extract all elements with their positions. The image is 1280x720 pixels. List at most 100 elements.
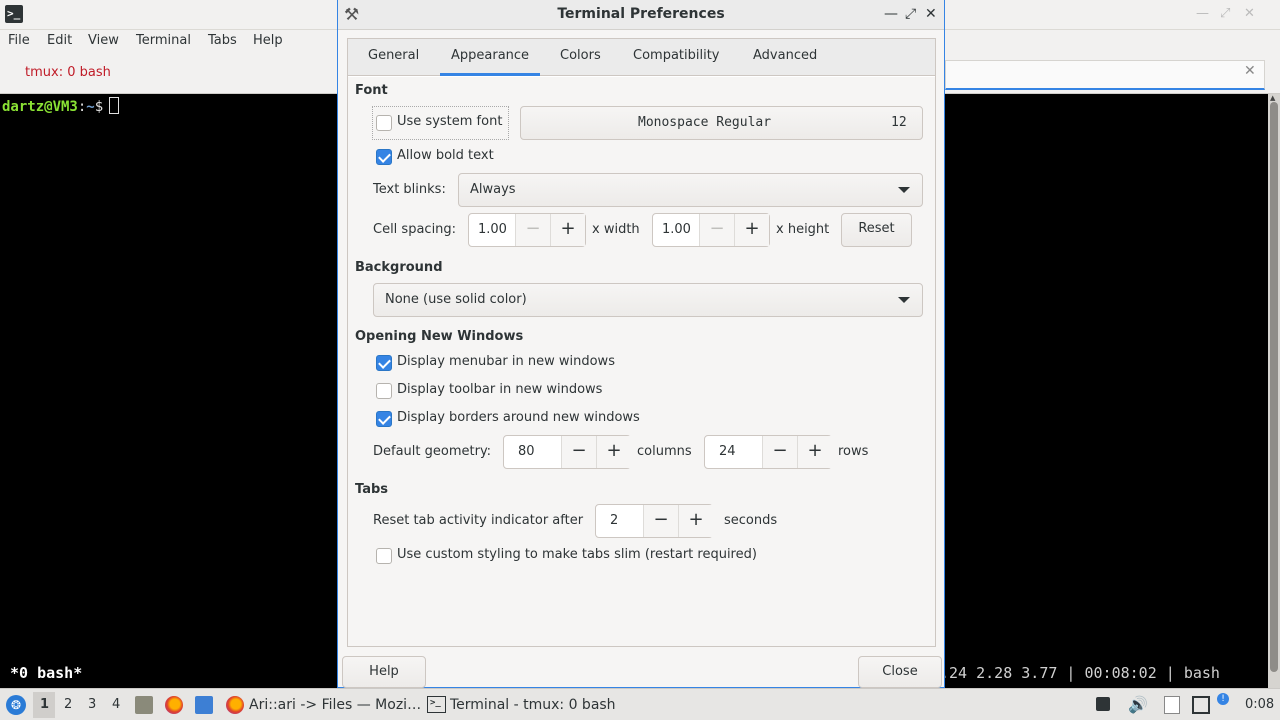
rows-label: rows xyxy=(838,444,869,459)
firefox-icon[interactable] xyxy=(165,696,183,714)
tab-general[interactable]: General xyxy=(368,48,419,63)
tab-activity-spinner[interactable]: 2 − + xyxy=(595,504,713,538)
columns-value[interactable]: 80 xyxy=(518,444,535,459)
columns-label: columns xyxy=(637,444,692,459)
columns-spinner[interactable]: 80 − + xyxy=(503,435,631,469)
cell-width-decrement[interactable]: − xyxy=(515,214,550,246)
rows-increment[interactable]: + xyxy=(797,436,832,468)
task-firefox[interactable]: Ari::ari -> Files — Mozi… xyxy=(249,697,421,713)
scroll-up-icon[interactable]: ▲ xyxy=(1270,94,1275,102)
tab-activity-increment[interactable]: + xyxy=(678,505,713,537)
start-menu-icon[interactable]: ❂ xyxy=(6,695,26,715)
tab-appearance[interactable]: Appearance xyxy=(451,48,529,63)
clock: 0:08 xyxy=(1245,697,1275,712)
text-blinks-value: Always xyxy=(470,182,516,197)
allow-bold-label[interactable]: Allow bold text xyxy=(397,148,494,163)
font-chooser-button[interactable]: Monospace Regular 12 xyxy=(520,106,923,140)
reset-spacing-button[interactable]: Reset xyxy=(841,213,912,247)
cell-spacing-label: Cell spacing: xyxy=(373,222,457,237)
tab-advanced[interactable]: Advanced xyxy=(753,48,817,63)
tmux-window-list: *0 bash* xyxy=(10,664,83,682)
x-width-label: x width xyxy=(592,222,640,237)
minimize-icon[interactable]: — xyxy=(1196,6,1209,21)
cell-width-spinner[interactable]: 1.00 − + xyxy=(468,213,586,247)
tab-bar: General Appearance Colors Compatibility … xyxy=(348,39,935,76)
slim-tabs-label[interactable]: Use custom styling to make tabs slim (re… xyxy=(397,547,757,562)
preferences-notebook: General Appearance Colors Compatibility … xyxy=(347,38,936,647)
close-button[interactable]: Close xyxy=(858,656,942,688)
terminal-tab-title[interactable]: tmux: 0 bash xyxy=(25,65,111,80)
font-heading: Font xyxy=(355,83,388,98)
clipboard-icon[interactable] xyxy=(1164,696,1180,714)
tmux-status-right: .24 2.28 3.77 | 00:08:02 | bash xyxy=(940,664,1220,682)
dialog-maximize-icon[interactable]: ⤢ xyxy=(905,6,916,22)
menu-tabs[interactable]: Tabs xyxy=(208,33,237,48)
borders-label[interactable]: Display borders around new windows xyxy=(397,410,640,425)
new-windows-heading: Opening New Windows xyxy=(355,329,524,344)
rows-value[interactable]: 24 xyxy=(719,444,736,459)
slim-tabs-checkbox[interactable] xyxy=(376,548,392,564)
scrollbar-thumb[interactable] xyxy=(1270,102,1278,672)
tab-colors[interactable]: Colors xyxy=(560,48,601,63)
show-desktop-icon[interactable] xyxy=(195,696,213,714)
terminal-tab[interactable] xyxy=(945,60,1265,90)
text-blinks-select[interactable]: Always xyxy=(458,173,923,207)
rows-decrement[interactable]: − xyxy=(762,436,797,468)
dropdown-arrow-icon xyxy=(898,297,910,303)
workspace-4[interactable]: 4 xyxy=(112,697,120,712)
task-terminal[interactable]: Terminal - tmux: 0 bash xyxy=(450,697,616,713)
tab-activity-decrement[interactable]: − xyxy=(643,505,678,537)
cell-width-value[interactable]: 1.00 xyxy=(478,222,507,237)
tab-compatibility[interactable]: Compatibility xyxy=(633,48,720,63)
toolbar-label[interactable]: Display toolbar in new windows xyxy=(397,382,602,397)
tab-close-icon[interactable]: ✕ xyxy=(1244,63,1256,79)
workspace-2[interactable]: 2 xyxy=(64,697,72,712)
notification-icon[interactable]: ! xyxy=(1217,693,1229,705)
menu-edit[interactable]: Edit xyxy=(47,33,72,48)
terminal-app-icon: >_ xyxy=(5,5,23,23)
help-button[interactable]: Help xyxy=(342,656,426,688)
borders-checkbox[interactable] xyxy=(376,411,392,427)
text-blinks-label: Text blinks: xyxy=(373,182,446,197)
close-icon[interactable]: ✕ xyxy=(1244,6,1255,21)
workspace-3[interactable]: 3 xyxy=(88,697,96,712)
toolbar-checkbox[interactable] xyxy=(376,383,392,399)
dialog-close-icon[interactable]: ✕ xyxy=(925,6,937,22)
cell-height-value[interactable]: 1.00 xyxy=(662,222,691,237)
workspace-1[interactable]: 1 xyxy=(40,697,49,712)
network-icon[interactable] xyxy=(1096,697,1110,711)
appearance-page: Font Use system font Monospace Regular 1… xyxy=(348,77,935,646)
columns-decrement[interactable]: − xyxy=(561,436,596,468)
taskbar: ❂ 1 2 3 4 Ari::ari -> Files — Mozi… >_ T… xyxy=(0,688,1280,720)
tab-activity-value[interactable]: 2 xyxy=(610,513,618,528)
background-select[interactable]: None (use solid color) xyxy=(373,283,923,317)
tab-activity-label: Reset tab activity indicator after xyxy=(373,513,584,528)
rows-spinner[interactable]: 24 − + xyxy=(704,435,832,469)
volume-icon[interactable]: 🔊 xyxy=(1128,695,1148,714)
use-system-font-checkbox[interactable] xyxy=(376,115,392,131)
cell-height-spinner[interactable]: 1.00 − + xyxy=(652,213,770,247)
menu-help[interactable]: Help xyxy=(253,33,283,48)
maximize-icon[interactable]: ⤢ xyxy=(1220,6,1230,21)
terminal-scrollbar[interactable]: ▲ xyxy=(1268,94,1280,688)
terminal-task-icon: >_ xyxy=(427,696,446,713)
menu-terminal[interactable]: Terminal xyxy=(136,33,191,48)
prompt-user: dartz@VM3 xyxy=(2,99,78,115)
use-system-font-label[interactable]: Use system font xyxy=(397,114,502,129)
file-manager-icon[interactable] xyxy=(135,696,153,714)
allow-bold-checkbox[interactable] xyxy=(376,149,392,165)
cell-height-decrement[interactable]: − xyxy=(699,214,734,246)
x-height-label: x height xyxy=(776,222,830,237)
cell-width-increment[interactable]: + xyxy=(550,214,585,246)
menu-file[interactable]: File xyxy=(8,33,30,48)
menubar-label[interactable]: Display menubar in new windows xyxy=(397,354,615,369)
dialog-titlebar[interactable]: ⚒ Terminal Preferences — ⤢ ✕ xyxy=(338,0,944,30)
text-cursor xyxy=(109,97,120,114)
menubar-checkbox[interactable] xyxy=(376,355,392,371)
menu-view[interactable]: View xyxy=(88,33,119,48)
columns-increment[interactable]: + xyxy=(596,436,631,468)
preferences-dialog: ⚒ Terminal Preferences — ⤢ ✕ General App… xyxy=(337,0,945,688)
dialog-minimize-icon[interactable]: — xyxy=(884,6,898,22)
display-icon[interactable] xyxy=(1192,696,1210,714)
cell-height-increment[interactable]: + xyxy=(734,214,769,246)
